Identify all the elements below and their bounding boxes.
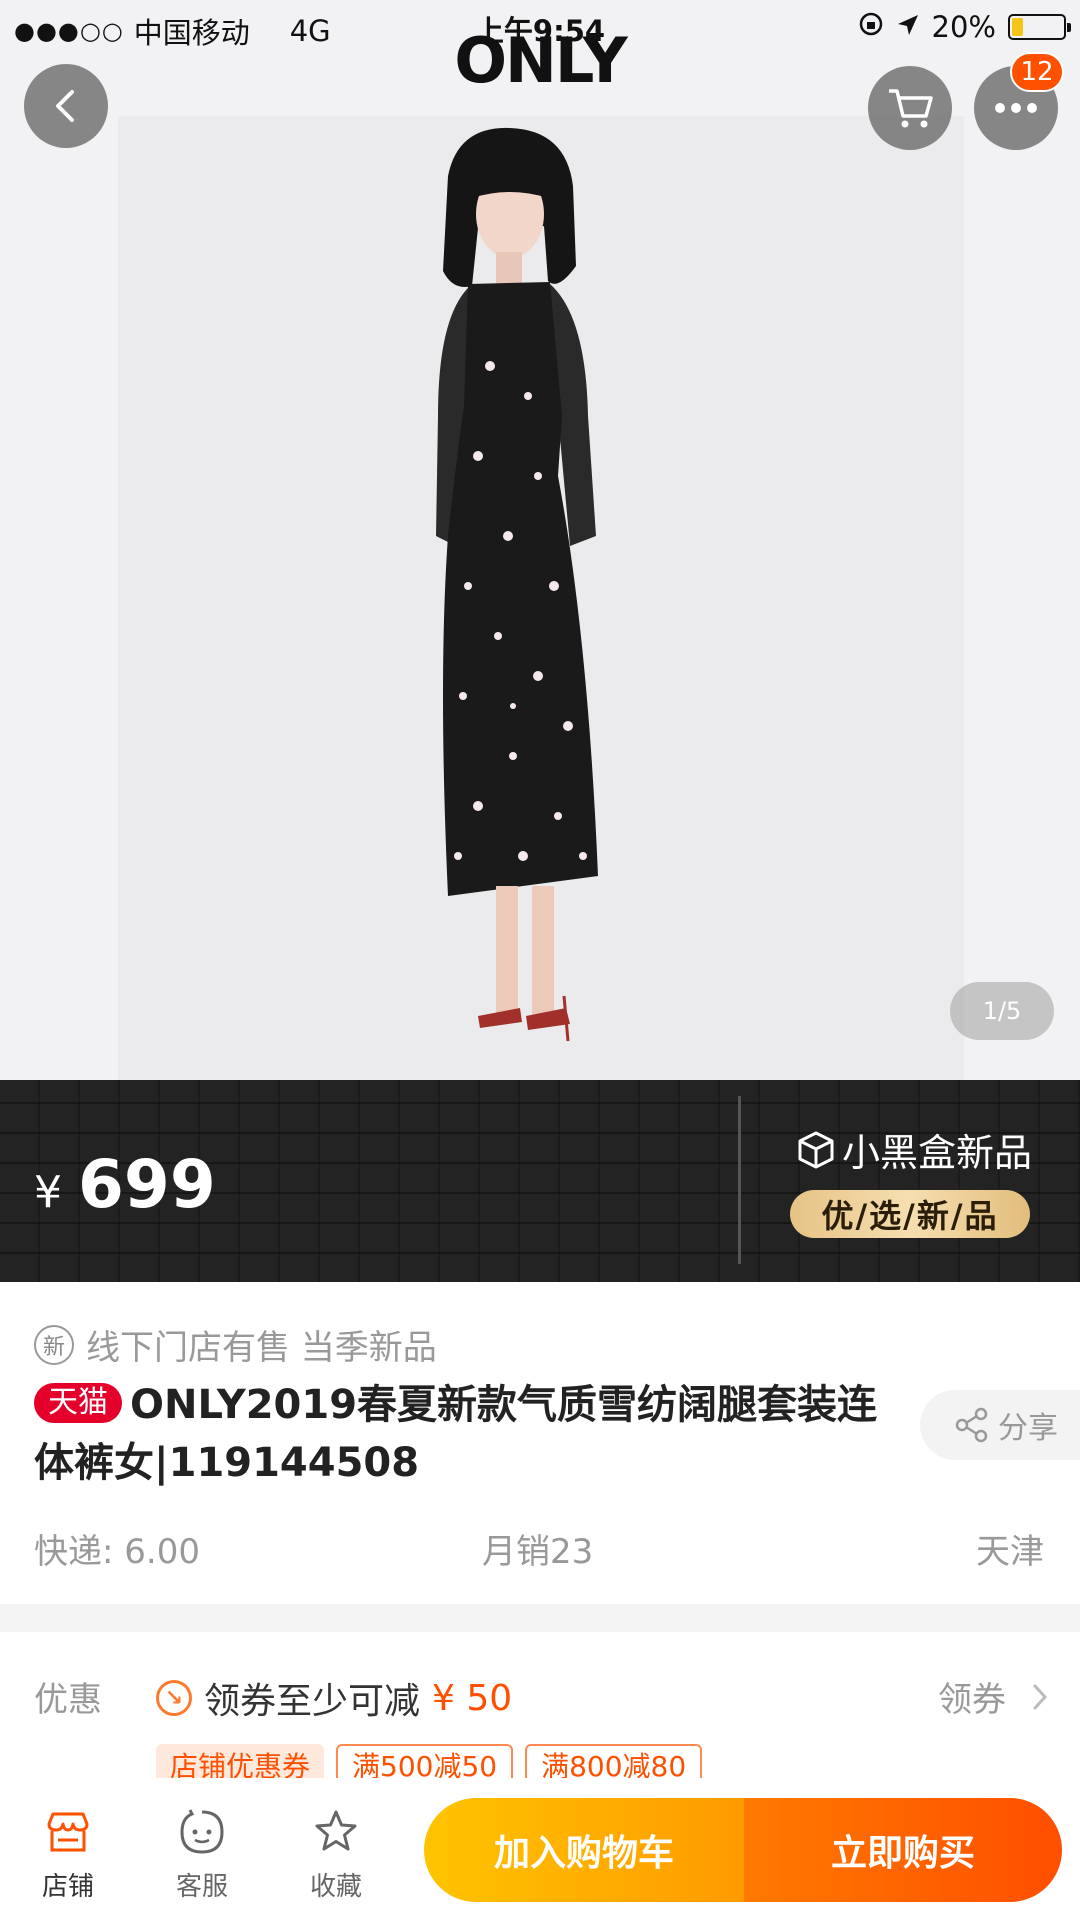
favorite-tab[interactable]: 收藏 (286, 1804, 386, 1903)
price-value: 699 (78, 1146, 216, 1223)
store-tab-label: 店铺 (41, 1872, 94, 1902)
claim-coupon-label: 领券 (938, 1680, 1006, 1720)
ship-location: 天津 (976, 1532, 1044, 1572)
product-meta: 快递: 6.00 月销23 天津 (34, 1524, 1044, 1573)
selected-new-tag: 优/选/新/品 (790, 1190, 1030, 1238)
battery-percent: 20% (931, 10, 996, 44)
black-box-title: 小黑盒新品 (796, 1122, 1032, 1177)
shipping-fee: 快递: 6.00 (34, 1532, 200, 1572)
customer-service-tab[interactable]: 客服 (152, 1804, 252, 1903)
banner-divider (738, 1096, 741, 1264)
message-count-badge: 12 (1010, 52, 1064, 92)
claim-coupon-button[interactable]: 领券 (938, 1672, 1048, 1721)
more-button[interactable]: 12 (974, 52, 1064, 150)
share-icon (955, 1407, 988, 1443)
section-divider (0, 1604, 1080, 1632)
price: ¥ 699 (34, 1146, 216, 1223)
location-arrow-icon (896, 10, 920, 44)
cart-button[interactable] (868, 66, 952, 150)
battery-icon (1008, 14, 1071, 40)
cart-icon (889, 89, 933, 128)
chevron-left-icon (56, 90, 74, 122)
currency-symbol: ¥ (34, 1167, 62, 1218)
bottom-action-bar: 店铺 客服 收藏 加入购物车 立即购买 (0, 1778, 1080, 1920)
product-title-text: ONLY2019春夏新款气质雪纺阔腿套装连体裤女|119144508 (34, 1382, 878, 1486)
product-info: 新 线下门店有售 当季新品 天猫 ONLY2019春夏新款气质雪纺阔腿套装连体裤女… (0, 1282, 1080, 1604)
star-icon (315, 1810, 357, 1851)
customer-service-icon (180, 1809, 224, 1854)
back-button[interactable] (24, 64, 108, 148)
black-box-label: 小黑盒新品 (842, 1131, 1033, 1175)
cube-icon (798, 1131, 834, 1168)
gallery-pager: 1/5 (950, 982, 1054, 1040)
product-title: 天猫 ONLY2019春夏新款气质雪纺阔腿套装连体裤女|119144508 (34, 1376, 894, 1492)
store-icon (47, 1812, 89, 1852)
battery-level (1012, 18, 1023, 36)
product-photo (118, 116, 964, 1080)
price-banner: ¥ 699 小黑盒新品 优/选/新/品 (0, 1080, 1080, 1282)
store-tab[interactable]: 店铺 (18, 1804, 118, 1903)
model-illustration (436, 127, 598, 1042)
coupon-text: 领券至少可减 (204, 1681, 421, 1722)
tmall-badge: 天猫 (34, 1383, 122, 1423)
coupon-amount: ¥ 50 (432, 1677, 513, 1719)
availability-text: 线下门店有售 当季新品 (86, 1328, 437, 1368)
add-to-cart-button[interactable]: 加入购物车 (424, 1798, 744, 1902)
more-dots-icon (995, 103, 1037, 113)
monthly-sales: 月销23 (482, 1532, 594, 1572)
coupon-arrow-icon: ↘ (156, 1680, 192, 1716)
share-label: 分享 (998, 1411, 1058, 1446)
share-button[interactable]: 分享 (920, 1390, 1080, 1460)
product-image-gallery[interactable] (0, 0, 1080, 1080)
coupon-summary: ↘ 领券至少可减 ¥ 50 (156, 1672, 512, 1724)
availability-line: 新 线下门店有售 当季新品 (34, 1320, 437, 1369)
chevron-right-icon (1033, 1684, 1048, 1709)
new-badge-icon: 新 (34, 1324, 74, 1365)
buy-now-button[interactable]: 立即购买 (744, 1798, 1062, 1902)
rotation-lock-icon (858, 10, 884, 44)
favorite-label: 收藏 (309, 1872, 362, 1902)
customer-service-label: 客服 (175, 1872, 228, 1902)
coupon-section[interactable]: 优惠 ↘ 领券至少可减 ¥ 50 领券 店铺优惠券 满500减50 满800减8… (0, 1632, 1080, 1802)
status-bar: ●●●○○ 中国移动 4G 上午9:54 20% (0, 0, 1080, 56)
coupon-section-label: 优惠 (34, 1680, 102, 1720)
